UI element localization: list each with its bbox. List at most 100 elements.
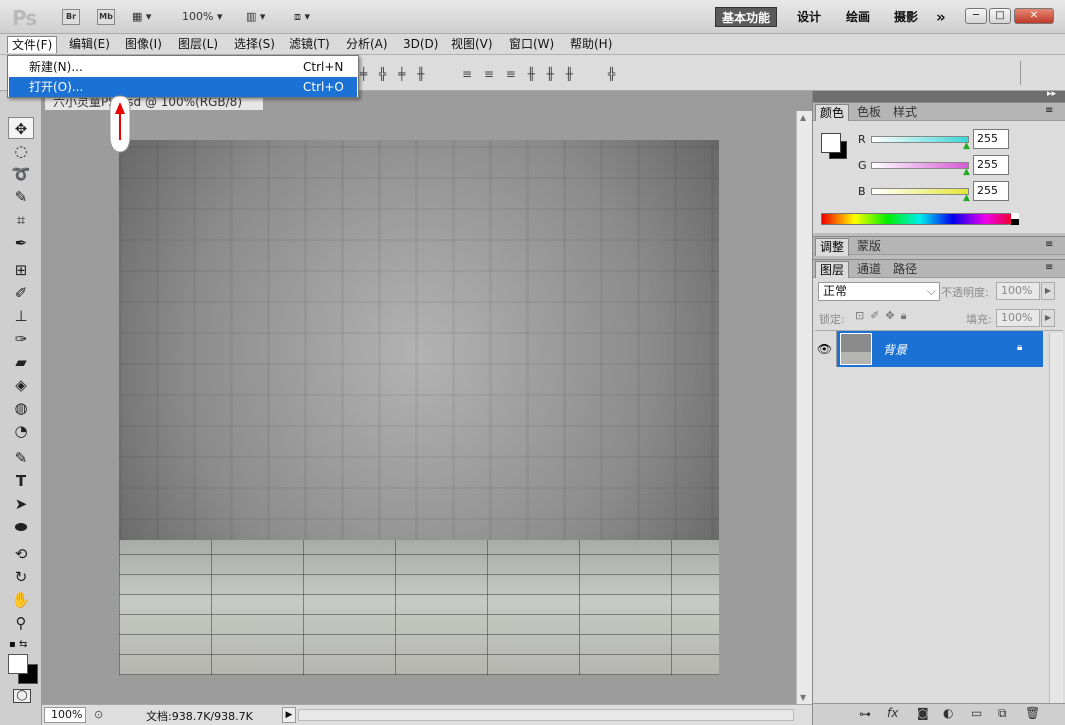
default-colors-icon[interactable]: ▪ ⇆	[9, 639, 27, 650]
layer-visibility-eye-icon[interactable]: 👁︎	[813, 331, 837, 367]
restore-button[interactable]: □	[989, 8, 1011, 24]
scroll-up-icon[interactable]: ▲	[800, 113, 806, 122]
tab-adjustments[interactable]: 调整	[815, 238, 850, 256]
blend-mode-select[interactable]: 正常 ⌵	[818, 282, 940, 301]
fill-field[interactable]: 100%	[996, 309, 1040, 327]
path-select-tool-icon[interactable]: ➤	[8, 493, 34, 515]
minibridge-button[interactable]: Mb	[97, 9, 115, 25]
zoom-tool-icon[interactable]: ⚲	[8, 612, 34, 634]
pen-tool-icon[interactable]: ✎	[8, 447, 34, 469]
layer-style-fx-icon[interactable]: fx	[887, 706, 898, 720]
menu-window[interactable]: 窗口(W)	[505, 36, 558, 53]
distribute-icons[interactable]: ≡ ≡ ≡ ╫ ╫ ╫	[462, 67, 577, 81]
menu-item-new[interactable]: 新建(N)... Ctrl+N	[9, 57, 357, 77]
dodge-tool-icon[interactable]: ◔	[8, 420, 34, 442]
bridge-button[interactable]: Br	[62, 9, 80, 25]
minimize-button[interactable]: ─	[965, 8, 987, 24]
paint-bucket-tool-icon[interactable]: ◈	[8, 374, 34, 396]
view-extras-dropdown[interactable]: ▦ ▾	[132, 10, 151, 23]
type-tool-icon[interactable]: T	[8, 470, 34, 492]
workspace-photography[interactable]: 摄影	[888, 7, 924, 27]
foreground-color-swatch[interactable]	[8, 654, 28, 674]
spectrum-black-swatch[interactable]	[1011, 219, 1019, 225]
channel-b-thumb-icon[interactable]: ▲	[963, 193, 970, 203]
move-tool-icon[interactable]: ✥	[8, 117, 34, 139]
new-layer-icon[interactable]: ⧉	[998, 706, 1007, 721]
menu-select[interactable]: 选择(S)	[230, 36, 279, 53]
menu-item-open[interactable]: 打开(O)... Ctrl+O	[9, 77, 357, 97]
vertical-scrollbar[interactable]: ▲ ▼	[796, 111, 812, 708]
adjustments-menu-icon[interactable]: ≡	[1045, 239, 1053, 250]
lock-icons[interactable]: ⊡✐✥🔒︎	[855, 309, 913, 323]
quick-select-tool-icon[interactable]: ✎	[8, 186, 34, 208]
menu-analysis[interactable]: 分析(A)	[342, 36, 392, 53]
menu-3d[interactable]: 3D(D)	[399, 36, 442, 53]
fill-arrow-icon[interactable]: ▶	[1041, 309, 1055, 327]
tab-swatches[interactable]: 色板	[853, 104, 885, 122]
brush-tool-icon[interactable]: ✐	[8, 282, 34, 304]
zoom-level-dropdown[interactable]: 100% ▾	[182, 10, 222, 23]
history-brush-tool-icon[interactable]: ✑	[8, 328, 34, 350]
hand-tool-icon[interactable]: ✋	[8, 589, 34, 611]
collapse-panels-icon[interactable]: ▸▸	[1047, 89, 1056, 99]
tab-channels[interactable]: 通道	[853, 261, 885, 279]
menu-help[interactable]: 帮助(H)	[566, 36, 616, 53]
layers-panel-menu-icon[interactable]: ≡	[1045, 262, 1053, 273]
healing-tool-icon[interactable]: ⊞	[8, 259, 34, 281]
tab-masks[interactable]: 蒙版	[853, 238, 885, 256]
opacity-field[interactable]: 100%	[996, 282, 1040, 300]
tab-styles[interactable]: 样式	[889, 104, 921, 122]
status-info-icon[interactable]: ⊙	[94, 708, 103, 721]
horizontal-scrollbar[interactable]	[298, 709, 794, 721]
3d-rotate-tool-icon[interactable]: ⟲	[8, 543, 34, 565]
close-button[interactable]: ✕	[1014, 8, 1054, 24]
link-layers-icon[interactable]: ⊶	[859, 707, 871, 721]
tab-color[interactable]: 颜色	[815, 104, 850, 122]
blur-tool-icon[interactable]: ◍	[8, 397, 34, 419]
layer-name[interactable]: 背景	[883, 341, 907, 358]
channel-g-slider[interactable]	[871, 162, 969, 169]
panel-foreground-swatch[interactable]	[821, 133, 841, 153]
3d-orbit-tool-icon[interactable]: ↻	[8, 566, 34, 588]
screen-mode-dropdown[interactable]: ⧈ ▾	[294, 10, 310, 24]
menu-image[interactable]: 图像(I)	[121, 36, 166, 53]
channel-r-thumb-icon[interactable]: ▲	[963, 141, 970, 151]
color-spectrum-bar[interactable]	[821, 213, 1019, 225]
shape-tool-icon[interactable]: ⬬	[8, 516, 34, 538]
channel-g-value[interactable]: 255	[973, 155, 1009, 175]
adjustment-layer-icon[interactable]: ◐	[943, 706, 953, 720]
marquee-tool-icon[interactable]: ◌	[8, 140, 34, 162]
channel-r-value[interactable]: 255	[973, 129, 1009, 149]
align-icons[interactable]: ╪ ╬ ╪ ╫	[360, 67, 428, 81]
tab-layers[interactable]: 图层	[815, 261, 850, 279]
lasso-tool-icon[interactable]: ➰	[8, 163, 34, 185]
workspace-design[interactable]: 设计	[791, 7, 827, 27]
opacity-arrow-icon[interactable]: ▶	[1041, 282, 1055, 300]
more-workspaces-button[interactable]: »	[930, 7, 952, 27]
channel-r-slider[interactable]	[871, 136, 969, 143]
channel-b-slider[interactable]	[871, 188, 969, 195]
tab-paths[interactable]: 路径	[889, 261, 921, 279]
status-zoom-field[interactable]: 100%	[44, 707, 86, 723]
layers-scrollbar[interactable]	[1049, 333, 1063, 703]
channel-b-value[interactable]: 255	[973, 181, 1009, 201]
arrange-documents-dropdown[interactable]: ▥ ▾	[246, 10, 265, 23]
layer-row-background[interactable]: 👁︎ 背景 🔒︎	[813, 331, 1043, 367]
canvas-image-concrete-room[interactable]	[119, 140, 719, 675]
delete-layer-icon[interactable]: 🗑︎	[1025, 706, 1040, 720]
status-menu-arrow-icon[interactable]: ▶	[282, 707, 296, 723]
auto-align-icon[interactable]: ╬	[608, 67, 619, 81]
clone-stamp-tool-icon[interactable]: ⊥	[8, 305, 34, 327]
color-panel-menu-icon[interactable]: ≡	[1045, 105, 1053, 116]
eraser-tool-icon[interactable]: ▰	[8, 351, 34, 373]
menu-layer[interactable]: 图层(L)	[174, 36, 222, 53]
menu-filter[interactable]: 滤镜(T)	[285, 36, 334, 53]
workspace-essentials[interactable]: 基本功能	[715, 7, 778, 27]
menu-view[interactable]: 视图(V)	[447, 36, 497, 53]
menu-edit[interactable]: 编辑(E)	[65, 36, 114, 53]
add-mask-icon[interactable]: ◙	[917, 706, 929, 720]
menu-file[interactable]: 文件(F)	[7, 36, 58, 53]
workspace-painting[interactable]: 绘画	[840, 7, 876, 27]
crop-tool-icon[interactable]: ⌗	[8, 209, 34, 231]
quick-mask-icon[interactable]: ◯	[13, 689, 31, 703]
